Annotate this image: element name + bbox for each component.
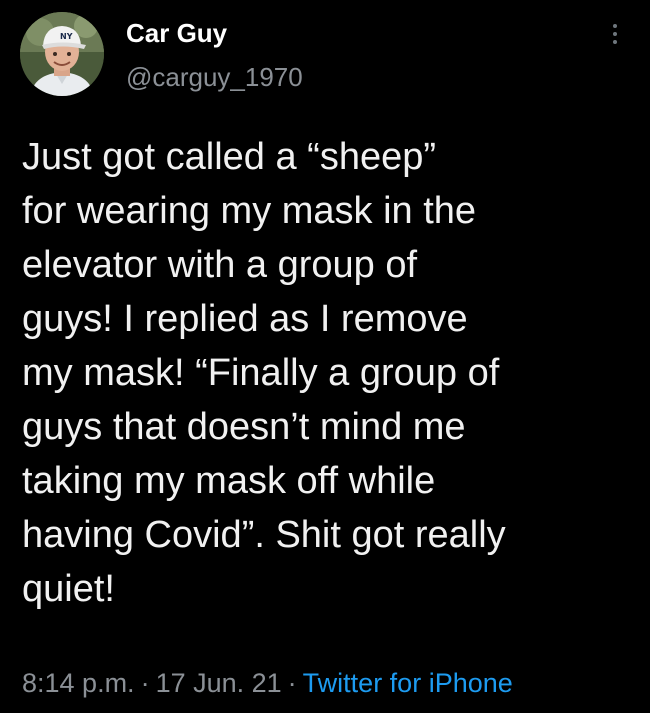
avatar[interactable]: NY: [20, 12, 104, 96]
svg-text:NY: NY: [60, 32, 73, 41]
avatar-photo: NY: [20, 12, 104, 96]
tweet-card: NY Car Guy @carguy_1970 Just got called …: [0, 0, 650, 713]
user-handle[interactable]: @carguy_1970: [126, 61, 303, 93]
more-vertical-icon[interactable]: [605, 24, 625, 48]
tweet-time[interactable]: 8:14 p.m.: [22, 668, 135, 698]
tweet-date[interactable]: 17 Jun. 21: [156, 668, 282, 698]
tweet-text: Just got called a “sheep” for wearing my…: [22, 136, 506, 610]
meta-separator: ·: [287, 668, 297, 698]
tweet-source-link[interactable]: Twitter for iPhone: [303, 668, 513, 698]
tweet-meta: 8:14 p.m. · 17 Jun. 21 · Twitter for iPhone: [22, 666, 513, 700]
display-name[interactable]: Car Guy: [126, 17, 227, 49]
meta-separator: ·: [140, 668, 150, 698]
